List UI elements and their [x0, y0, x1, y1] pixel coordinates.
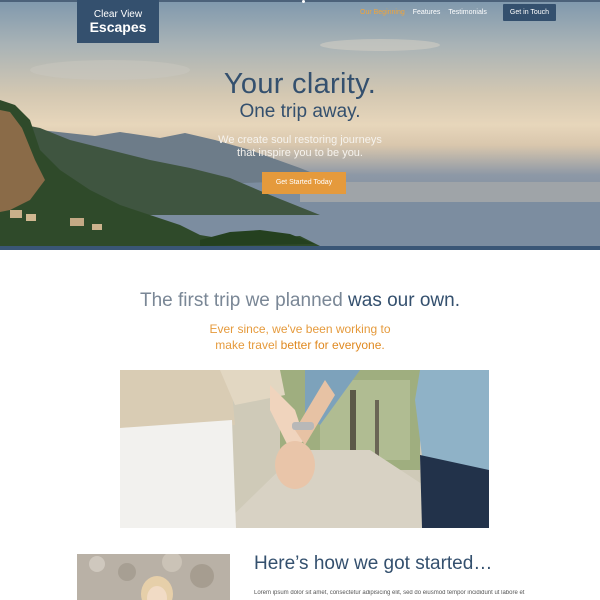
story-heading-strong: was our own.	[348, 290, 460, 311]
story-line-2-light: make travel	[215, 338, 278, 352]
couple-holding-hands-photo	[120, 370, 489, 528]
page-indicator-dot	[302, 0, 305, 3]
story-line-2-strong: better for everyone.	[280, 338, 385, 352]
got-started-heading: Here’s how we got started…	[254, 553, 493, 574]
brand-logo[interactable]: Clear View Escapes	[77, 0, 159, 43]
story-line-2: make travel better for everyone.	[0, 338, 600, 352]
nav-item-testimonials[interactable]: Testimonials	[448, 9, 487, 16]
nav-item-features[interactable]: Features	[413, 9, 441, 16]
hero-description-line-2: that inspire you to be you.	[237, 147, 363, 159]
nav-item-our-beginning[interactable]: Our Beginning	[360, 9, 405, 16]
story-heading: The first trip we planned was our own.	[0, 290, 600, 312]
hero-title: Your clarity.	[223, 68, 377, 100]
main-nav: Our Beginning Features Testimonials Get …	[360, 3, 557, 21]
hero-subtitle: One trip away.	[239, 101, 361, 122]
hero-description-line-1: We create soul restoring journeys	[218, 134, 382, 146]
hero-description: We create soul restoring journeys that i…	[200, 134, 400, 160]
get-started-button[interactable]: Get Started Today	[262, 172, 346, 194]
story-line-1: Ever since, we've been working to	[209, 322, 391, 336]
hero-banner: Clear View Escapes Our Beginning Feature…	[0, 0, 600, 250]
story-heading-light: The first trip we planned	[140, 290, 343, 311]
brand-line-2: Escapes	[89, 19, 147, 35]
got-started-body: Lorem ipsum dolor sit amet, consectetur …	[254, 590, 525, 596]
brand-line-1: Clear View	[93, 9, 143, 20]
founder-photo	[77, 554, 230, 600]
get-in-touch-button[interactable]: Get in Touch	[502, 3, 557, 21]
hero-bottom-border	[0, 246, 600, 250]
